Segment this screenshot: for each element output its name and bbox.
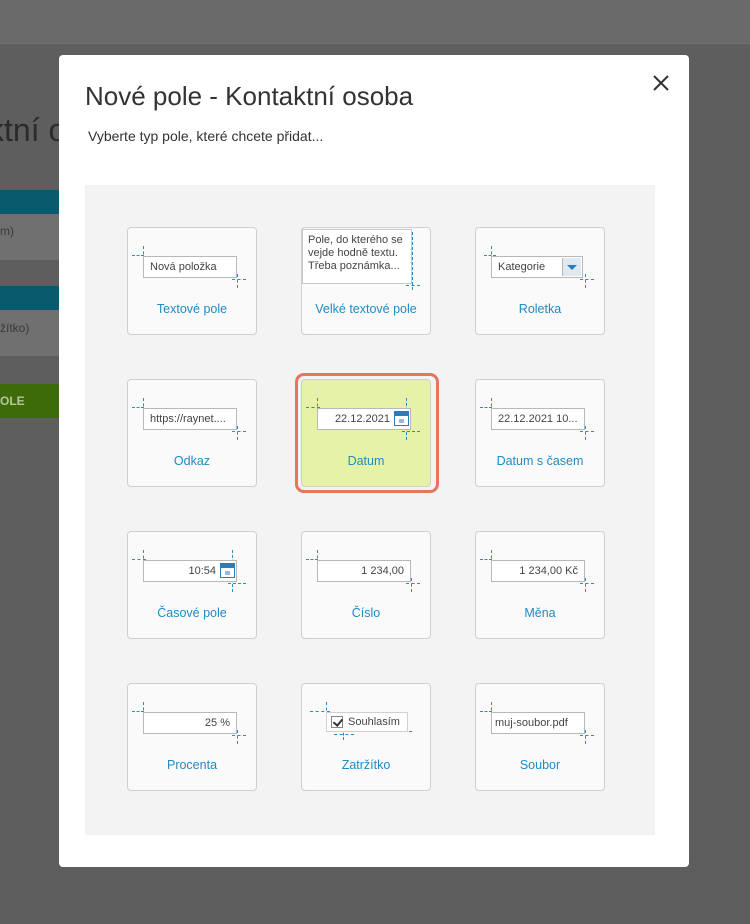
field-type-textarea[interactable]: Pole, do kterého se vejde hodně textu. T… — [301, 227, 431, 335]
field-type-label: Zatržítko — [341, 758, 391, 772]
currency-preview: 1 234,00 Kč — [491, 560, 585, 582]
background-green-button-label: OLE — [0, 394, 25, 408]
field-type-label: Číslo — [351, 606, 381, 620]
checkbox-preview-label: Souhlasím — [348, 716, 400, 728]
field-type-label: Procenta — [166, 758, 218, 772]
guide-line — [585, 578, 586, 592]
field-type-text[interactable]: Nová položka Textové pole — [127, 227, 257, 335]
guide-line — [406, 285, 420, 286]
background-section-header — [0, 286, 60, 310]
field-type-label: Odkaz — [173, 454, 211, 468]
link-preview: https://raynet.... — [143, 408, 237, 430]
guide-line — [402, 431, 420, 432]
field-type-dropdown[interactable]: Kategorie Roletka — [475, 227, 605, 335]
calendar-icon — [394, 411, 409, 426]
close-icon[interactable] — [649, 71, 673, 95]
guide-line — [580, 735, 594, 736]
guide-line — [585, 274, 586, 288]
guide-line — [580, 583, 594, 584]
field-type-label: Roletka — [518, 302, 562, 316]
text-field-preview: Nová položka — [143, 256, 237, 278]
percent-preview: 25 % — [143, 712, 237, 734]
date-preview: 22.12.2021 — [317, 408, 411, 430]
guide-line — [228, 583, 246, 584]
field-type-datetime[interactable]: 22.12.2021 10... Datum s časem — [475, 379, 605, 487]
chevron-down-icon — [562, 258, 581, 276]
guide-line — [232, 431, 246, 432]
field-type-file[interactable]: muj-soubor.pdf Soubor — [475, 683, 605, 791]
dropdown-preview: Kategorie — [491, 256, 583, 278]
field-type-label: Datum — [347, 454, 385, 468]
background-row-text: m) — [0, 224, 14, 238]
guide-line — [237, 274, 238, 288]
date-preview-value: 22.12.2021 — [334, 413, 390, 425]
background-heading: ktní o — [0, 112, 67, 148]
checkbox-checked-icon — [331, 716, 343, 728]
number-preview: 1 234,00 — [317, 560, 411, 582]
field-type-label: Velké textové pole — [315, 302, 417, 316]
field-type-percent[interactable]: 25 % Procenta — [127, 683, 257, 791]
datetime-preview: 22.12.2021 10... — [491, 408, 585, 430]
guide-line — [406, 583, 420, 584]
guide-line — [585, 426, 586, 440]
field-type-label: Soubor — [519, 758, 561, 772]
dropdown-preview-value: Kategorie — [498, 261, 546, 273]
dialog-subtitle: Vyberte typ pole, které chcete přidat... — [88, 128, 324, 144]
calendar-icon — [220, 563, 235, 578]
file-preview: muj-soubor.pdf — [491, 712, 585, 734]
field-type-grid: Nová položka Textové pole Pole, do které… — [85, 185, 655, 835]
guide-line — [232, 735, 246, 736]
guide-line — [237, 730, 238, 744]
field-type-time[interactable]: 10:54 Časové pole — [127, 531, 257, 639]
guide-line — [585, 730, 586, 744]
checkbox-preview: Souhlasím — [326, 712, 408, 732]
guide-line — [580, 279, 594, 280]
dialog-title: Nové pole - Kontaktní osoba — [85, 81, 414, 111]
field-type-date[interactable]: 22.12.2021 Datum — [301, 379, 431, 487]
field-type-number[interactable]: 1 234,00 Číslo — [301, 531, 431, 639]
field-type-currency[interactable]: 1 234,00 Kč Měna — [475, 531, 605, 639]
field-type-checkbox[interactable]: Souhlasím Zatržítko — [301, 683, 431, 791]
guide-line — [580, 431, 594, 432]
app-topbar — [0, 0, 750, 44]
textarea-preview: Pole, do kterého se vejde hodně textu. T… — [302, 229, 412, 284]
field-type-link[interactable]: https://raynet.... Odkaz — [127, 379, 257, 487]
field-type-label: Časové pole — [157, 606, 227, 620]
field-type-label: Textové pole — [156, 302, 228, 316]
guide-line — [334, 734, 354, 735]
background-row-text: žítko) — [0, 321, 30, 335]
guide-line — [237, 426, 238, 440]
field-type-label: Datum s časem — [496, 454, 584, 468]
new-field-dialog: Nové pole - Kontaktní osoba Vyberte typ … — [59, 55, 689, 867]
background-section-header — [0, 190, 60, 214]
guide-line — [411, 578, 412, 592]
field-type-label: Měna — [524, 606, 556, 620]
time-preview: 10:54 — [143, 560, 237, 582]
guide-line — [412, 232, 413, 290]
guide-line — [232, 279, 246, 280]
time-preview-value: 10:54 — [188, 565, 216, 577]
